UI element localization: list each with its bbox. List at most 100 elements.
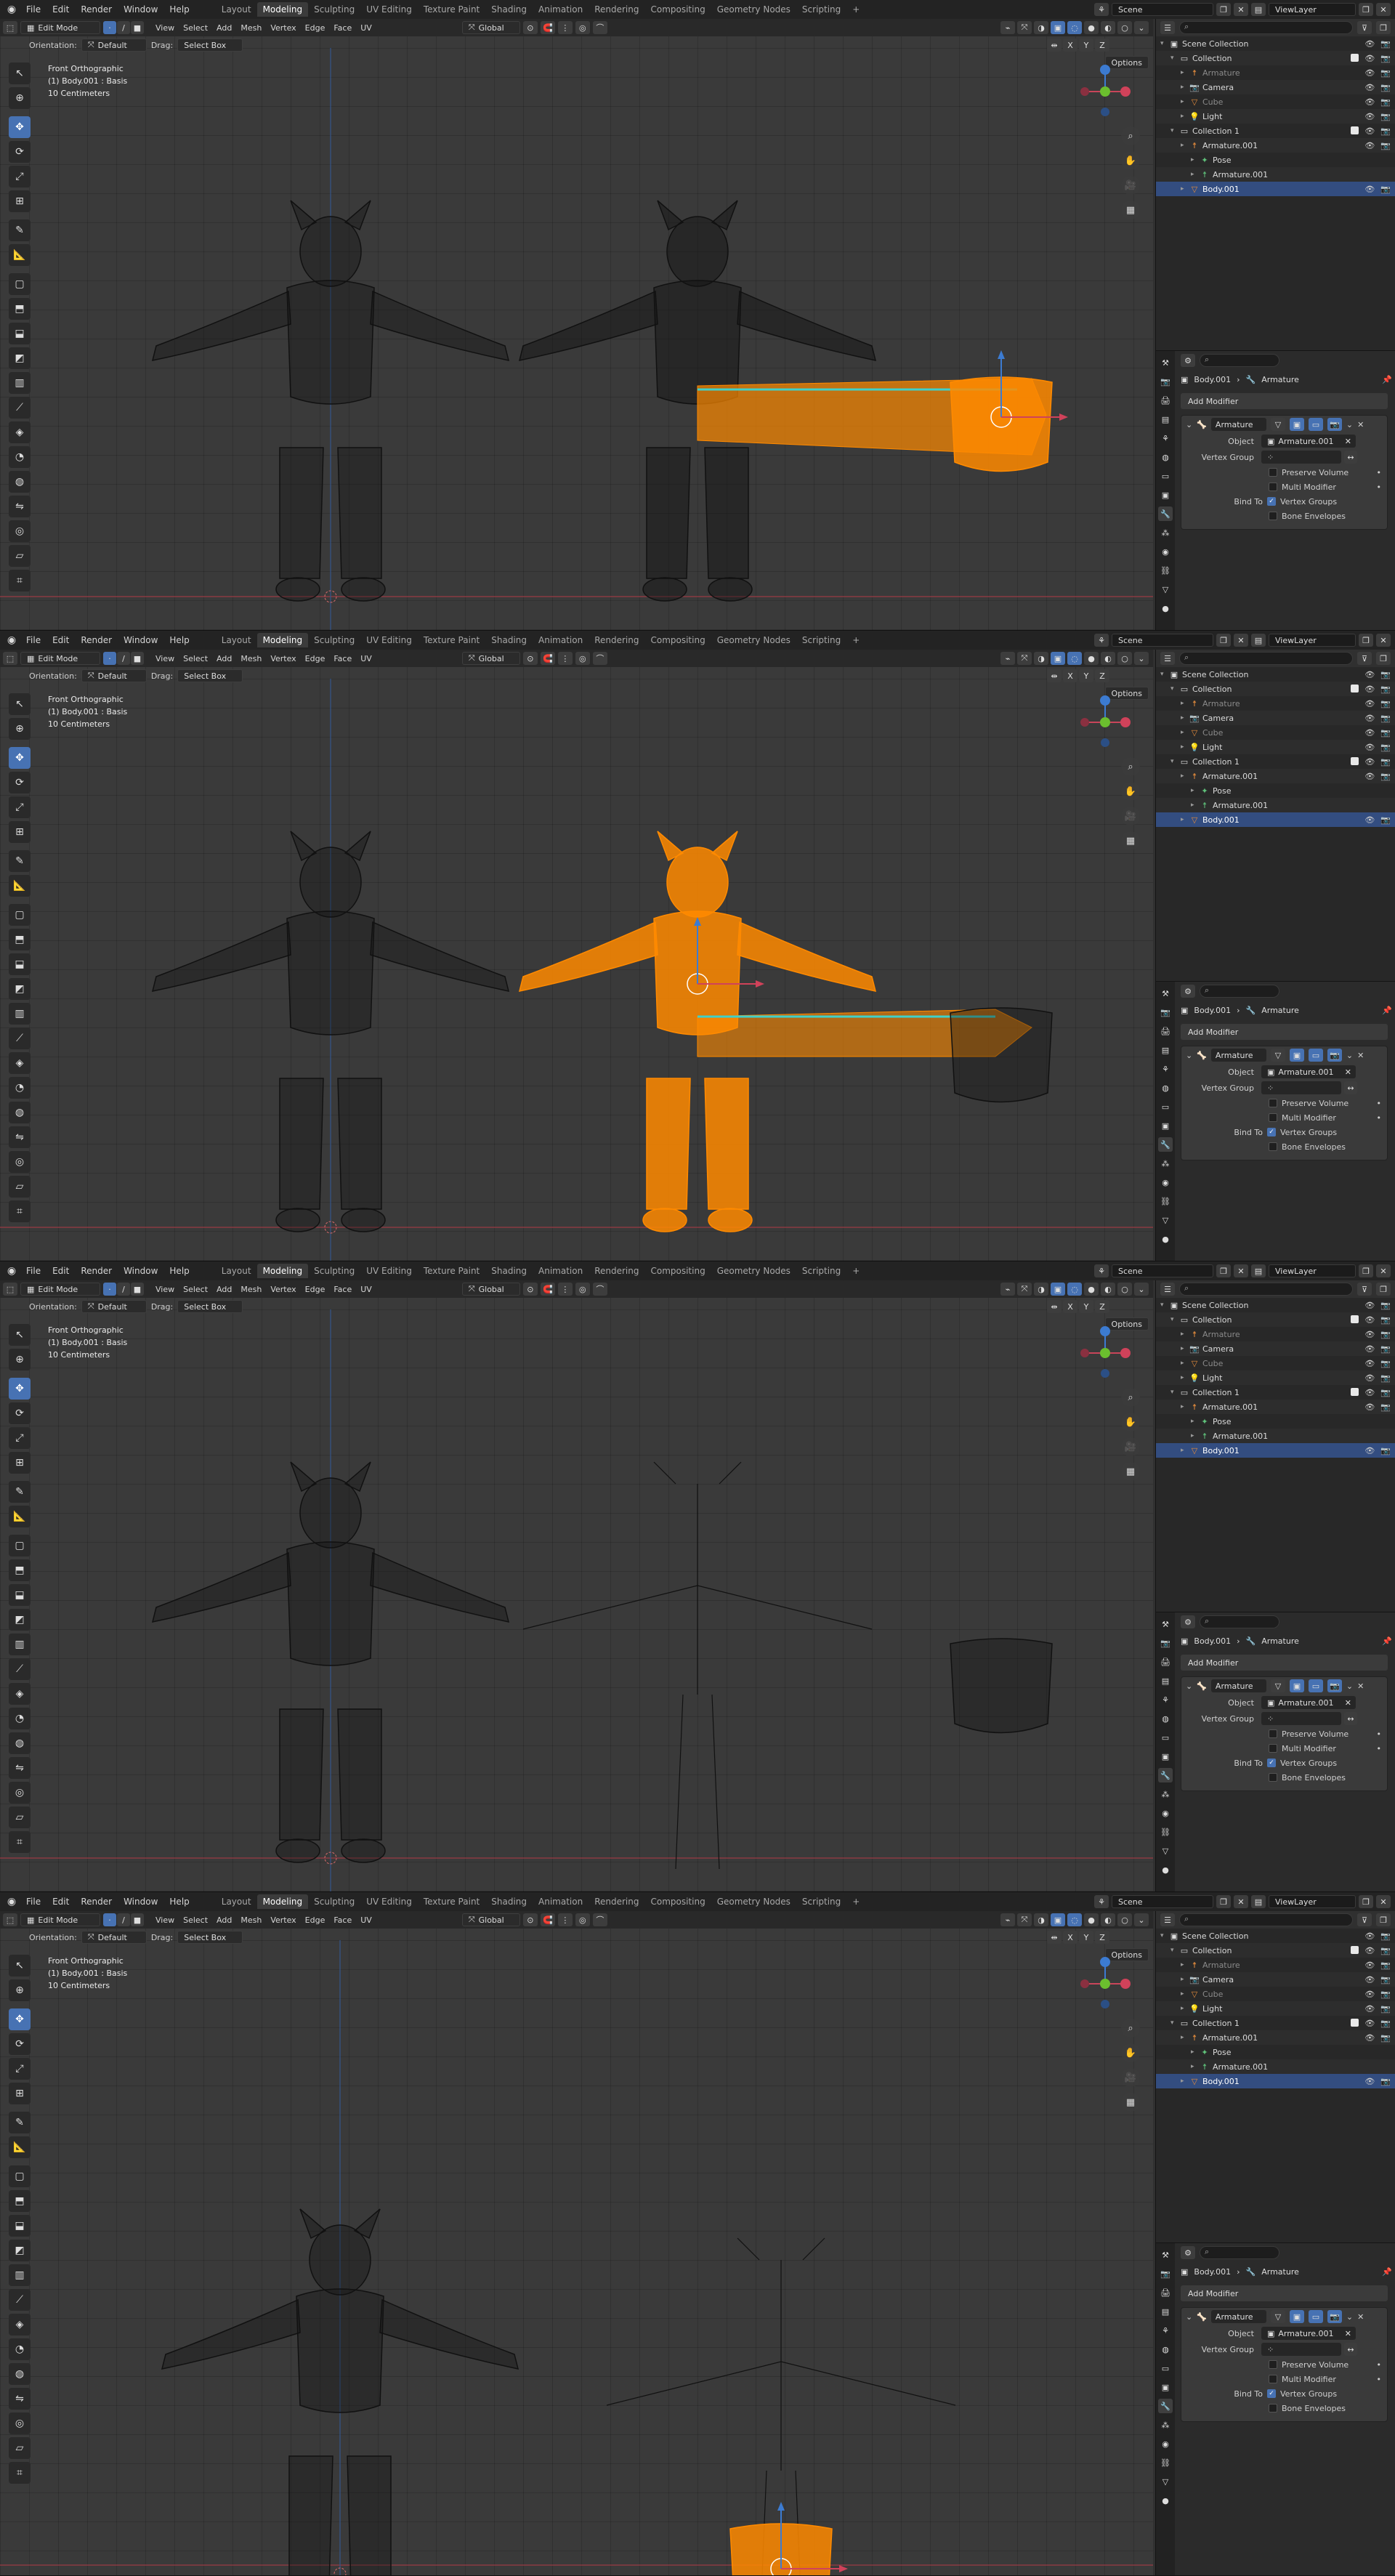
delete-layer-icon[interactable]: ✕: [1376, 634, 1391, 647]
tab-rendering[interactable]: Rendering: [589, 633, 644, 647]
view-layer-tab-icon[interactable]: ▤: [1158, 2304, 1173, 2319]
delete-scene-icon[interactable]: ✕: [1234, 634, 1248, 647]
view-layer-icon[interactable]: ▤: [1251, 3, 1266, 16]
outliner-type-icon[interactable]: ☰: [1160, 1283, 1175, 1296]
menu-edit[interactable]: Edit: [46, 2, 75, 17]
tab-texture-paint[interactable]: Texture Paint: [418, 2, 485, 17]
expand-arrow-icon[interactable]: ▾: [1160, 1301, 1169, 1309]
vertex-groups-checkbox[interactable]: ✓: [1267, 497, 1276, 506]
copy-layer-icon[interactable]: ❐: [1359, 3, 1373, 16]
outliner-row[interactable]: ▸ 📷 Camera 👁 📷: [1156, 80, 1395, 94]
tab-shading[interactable]: Shading: [485, 633, 533, 647]
animate-dot-icon[interactable]: •: [1377, 1744, 1382, 1753]
menu-help[interactable]: Help: [163, 633, 195, 647]
outliner-type-icon[interactable]: ☰: [1160, 652, 1175, 665]
view-layer-tab-icon[interactable]: ▤: [1158, 1043, 1173, 1057]
render-camera-icon[interactable]: 📷: [1380, 185, 1391, 194]
eye-icon[interactable]: 👁: [1364, 1344, 1375, 1354]
pelvis-mesh[interactable]: [950, 1638, 1053, 1734]
material-tab-icon[interactable]: ●: [1158, 2493, 1173, 2508]
eye-icon[interactable]: 👁: [1364, 1990, 1375, 1999]
data-tab-icon[interactable]: ▽: [1158, 1844, 1173, 1858]
expand-arrow-icon[interactable]: ▸: [1181, 700, 1189, 707]
props-type-icon[interactable]: ⚙: [1181, 2246, 1195, 2259]
tab-animation[interactable]: Animation: [533, 2, 589, 17]
tab-texture-paint[interactable]: Texture Paint: [418, 1894, 485, 1909]
3d-viewport[interactable]: ⬚ ▦ Edit Mode · / ■ View Select Add Mesh Vert…: [0, 1280, 1153, 1891]
collection-tab-icon[interactable]: ▭: [1158, 2361, 1173, 2375]
3d-viewport[interactable]: ⬚ ▦ Edit Mode · / ■ View Select Add Mesh Vert…: [0, 1911, 1153, 2575]
menu-help[interactable]: Help: [163, 2, 195, 17]
outliner-row[interactable]: ▾ ▭ Collection 1 👁 📷: [1156, 2016, 1395, 2030]
tab-geometry-nodes[interactable]: Geometry Nodes: [711, 2, 796, 17]
outliner-row[interactable]: ▸ ▽ Body.001 👁 📷: [1156, 812, 1395, 827]
tab-uv-editing[interactable]: UV Editing: [360, 2, 418, 17]
new-collection-icon[interactable]: ❐: [1376, 1283, 1391, 1296]
data-tab-icon[interactable]: ▽: [1158, 2474, 1173, 2489]
outliner-row[interactable]: ▸ ▽ Cube 👁 📷: [1156, 94, 1395, 109]
render-camera-icon[interactable]: 📷: [1380, 1315, 1391, 1325]
blender-logo-icon[interactable]: ◉: [4, 1264, 19, 1278]
preserve-volume-checkbox[interactable]: [1269, 1729, 1277, 1738]
outliner-row[interactable]: ▸ ▽ Body.001 👁 📷: [1156, 182, 1395, 196]
modifier-name-field[interactable]: Armature: [1210, 1049, 1266, 1062]
bone-envelopes-checkbox[interactable]: [1269, 1142, 1277, 1151]
outliner-row[interactable]: ▸ 💡 Light 👁 📷: [1156, 2001, 1395, 2016]
render-camera-icon[interactable]: 📷: [1380, 141, 1391, 150]
material-tab-icon[interactable]: ●: [1158, 1232, 1173, 1246]
output-tab-icon[interactable]: 🖨: [1158, 393, 1173, 408]
expand-arrow-icon[interactable]: ▸: [1181, 2034, 1189, 2041]
collapse-icon[interactable]: ⌄: [1186, 1051, 1192, 1060]
invert-icon[interactable]: ↔: [1344, 1081, 1357, 1094]
tab-scripting[interactable]: Scripting: [796, 1264, 846, 1278]
outliner-search[interactable]: ⌕: [1179, 1913, 1353, 1926]
expand-arrow-icon[interactable]: ▸: [1181, 2078, 1189, 2085]
render-camera-icon[interactable]: 📷: [1380, 1931, 1391, 1941]
render-camera-icon[interactable]: 📷: [1380, 2019, 1391, 2028]
scene-selector[interactable]: Scene: [1112, 1264, 1213, 1277]
render-camera-icon[interactable]: 📷: [1380, 68, 1391, 78]
render-camera-icon[interactable]: 📷: [1380, 97, 1391, 107]
tab-compositing[interactable]: Compositing: [644, 1894, 711, 1909]
output-tab-icon[interactable]: 🖨: [1158, 2285, 1173, 2300]
outliner-row[interactable]: ▸ ☨ Armature.001 👁 📷: [1156, 2030, 1395, 2045]
world-tab-icon[interactable]: ◍: [1158, 1711, 1173, 1726]
collapse-icon[interactable]: ⌄: [1186, 420, 1192, 429]
clear-icon[interactable]: ✕: [1345, 1698, 1351, 1708]
edit-cage-icon[interactable]: ▽: [1270, 1679, 1285, 1692]
tab-modeling[interactable]: Modeling: [256, 2, 309, 17]
eye-icon[interactable]: 👁: [1364, 39, 1375, 49]
tab-geometry-nodes[interactable]: Geometry Nodes: [711, 1894, 796, 1909]
exclude-checkbox[interactable]: [1351, 1387, 1359, 1396]
render-camera-icon[interactable]: 📷: [1380, 1344, 1391, 1354]
render-toggle-icon[interactable]: 📷: [1327, 2310, 1342, 2323]
add-workspace-button[interactable]: +: [848, 2, 864, 17]
props-type-icon[interactable]: ⚙: [1181, 985, 1195, 998]
copy-layer-icon[interactable]: ❐: [1359, 1895, 1373, 1908]
expand-arrow-icon[interactable]: ▸: [1181, 729, 1189, 736]
exclude-checkbox[interactable]: [1351, 756, 1359, 765]
tab-scripting[interactable]: Scripting: [796, 633, 846, 647]
render-camera-icon[interactable]: 📷: [1380, 743, 1391, 752]
clear-icon[interactable]: ✕: [1345, 437, 1351, 446]
outliner-row[interactable]: ▾ ▭ Collection 👁 📷: [1156, 51, 1395, 65]
expand-arrow-icon[interactable]: ▾: [1170, 758, 1179, 765]
menu-help[interactable]: Help: [163, 1264, 195, 1278]
menu-render[interactable]: Render: [75, 633, 118, 647]
render-camera-icon[interactable]: 📷: [1380, 1946, 1391, 1955]
outliner-row[interactable]: ▸ ▽ Body.001 👁 📷: [1156, 1443, 1395, 1458]
expand-arrow-icon[interactable]: ▸: [1181, 84, 1189, 91]
render-camera-icon[interactable]: 📷: [1380, 1961, 1391, 1970]
scene-tab-icon[interactable]: ⚘: [1158, 1692, 1173, 1707]
delete-layer-icon[interactable]: ✕: [1376, 3, 1391, 16]
menu-file[interactable]: File: [20, 1894, 46, 1909]
render-camera-icon[interactable]: 📷: [1380, 39, 1391, 49]
menu-render[interactable]: Render: [75, 1264, 118, 1278]
eye-icon[interactable]: 👁: [1364, 83, 1375, 92]
tab-rendering[interactable]: Rendering: [589, 1894, 644, 1909]
3d-viewport[interactable]: ⬚ ▦ Edit Mode · / ■ View Select Add Mesh Vert…: [0, 19, 1153, 630]
modifier-name-field[interactable]: Armature: [1210, 418, 1266, 431]
view-layer-tab-icon[interactable]: ▤: [1158, 1673, 1173, 1688]
render-camera-icon[interactable]: 📷: [1380, 2004, 1391, 2014]
tab-sculpting[interactable]: Sculpting: [308, 1264, 360, 1278]
